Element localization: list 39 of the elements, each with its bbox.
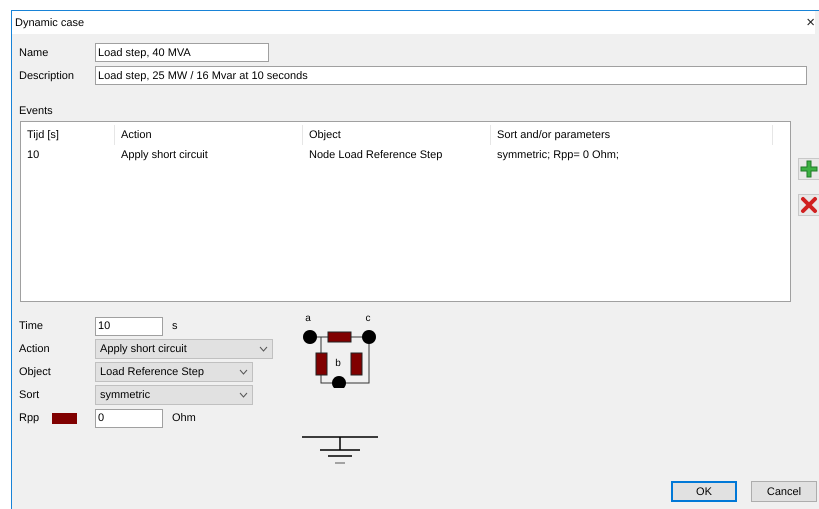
field-label: Object — [19, 366, 52, 378]
dropdown[interactable]: Load Reference Step — [95, 362, 253, 382]
field-label: Sort — [19, 389, 40, 401]
table-row[interactable]: 10 Apply short circuit Node Load Reference Step symmetric; Rpp= 0 Ohm; — [21, 145, 790, 165]
ok-button[interactable]: OK — [671, 481, 737, 502]
unit-label: Ohm — [172, 412, 196, 424]
node-label: a — [305, 313, 311, 324]
input-field[interactable]: 10 — [95, 316, 163, 336]
delete-button[interactable] — [798, 194, 819, 216]
name-field[interactable]: Load step, 40 MVA — [95, 43, 269, 62]
field-label: Name — [19, 46, 50, 58]
unit-label: s — [172, 320, 178, 332]
table-cell-text: 10 — [26, 149, 40, 161]
caret-icon — [239, 369, 248, 375]
column-header[interactable]: Object — [303, 125, 491, 145]
column-header[interactable]: Tijd [s] — [21, 125, 115, 145]
field-label: Time — [19, 320, 44, 332]
add-button[interactable] — [798, 158, 819, 180]
close-button[interactable]: × — [806, 15, 815, 30]
description-field[interactable]: Load step, 25 MW / 16 Mvar at 10 seconds — [95, 66, 807, 85]
cancel-button[interactable]: Cancel — [751, 481, 817, 502]
node-label: b — [335, 358, 341, 369]
column-header[interactable]: Action — [115, 125, 303, 145]
column-header[interactable]: Sort and/or parameters — [491, 125, 773, 145]
table-cell-text: symmetric; Rpp= 0 Ohm; — [496, 149, 620, 161]
input-field[interactable]: 0 — [95, 408, 163, 428]
window-title: Dynamic case — [15, 16, 84, 28]
dropdown[interactable]: Apply short circuit — [95, 339, 273, 359]
table-cell-text: Node Load Reference Step — [308, 149, 444, 161]
field-label: Rpp — [19, 412, 40, 424]
field-label: Description — [19, 70, 76, 82]
caret-icon — [259, 346, 268, 352]
dropdown[interactable]: symmetric — [95, 385, 253, 405]
field-label: Action — [19, 343, 51, 355]
node-label: c — [366, 313, 370, 324]
table-cell-text: Apply short circuit — [120, 149, 209, 161]
resistor-swatch — [52, 412, 77, 424]
caret-icon — [239, 392, 248, 398]
section-label: Events — [19, 105, 54, 119]
